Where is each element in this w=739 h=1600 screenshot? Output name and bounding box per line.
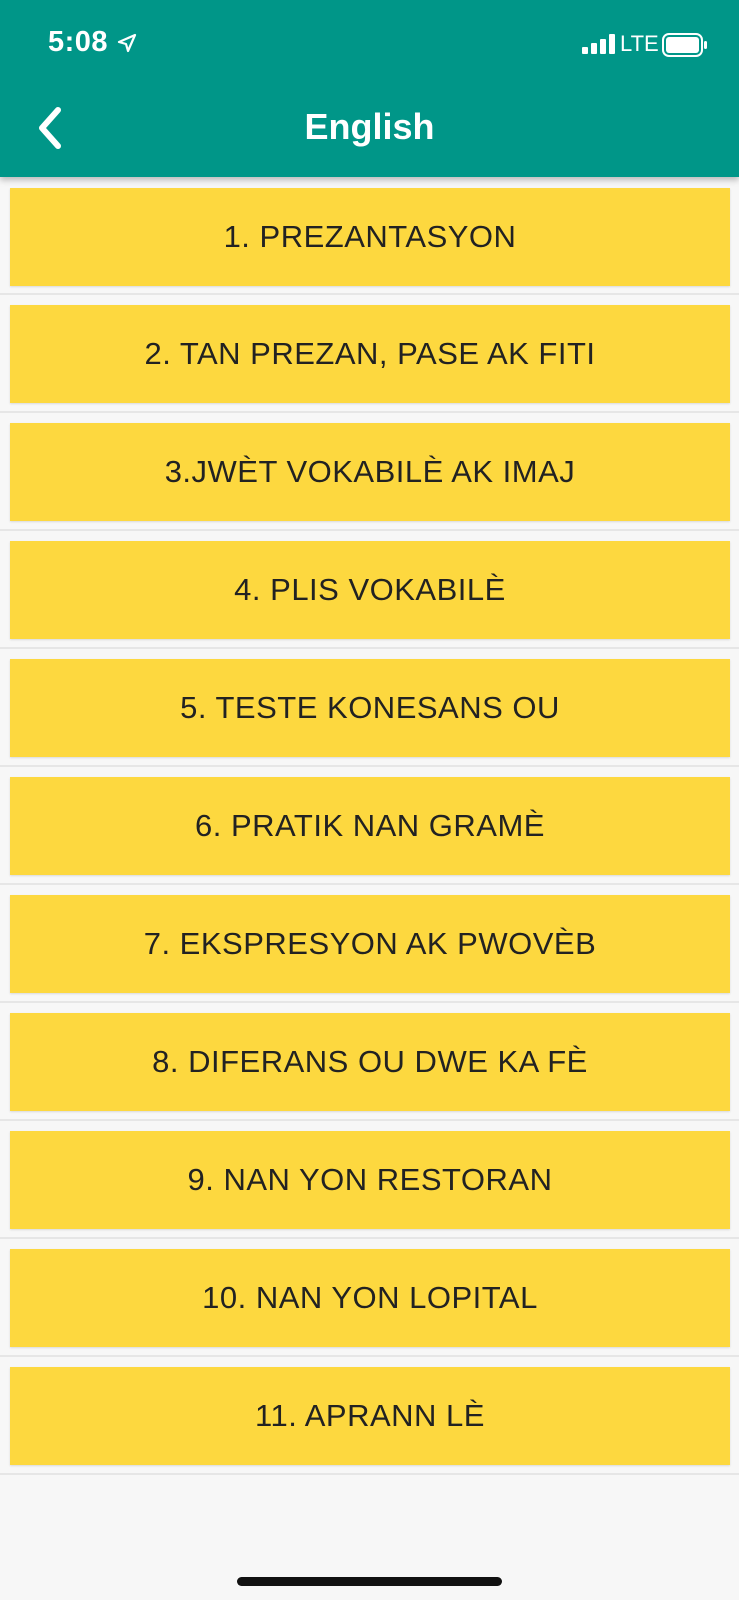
lesson-button[interactable]: 8. DIFERANS OU DWE KA FÈ [10, 1013, 730, 1111]
lesson-list: 1. PREZANTASYON 2. TAN PREZAN, PASE AK F… [0, 177, 739, 1475]
lesson-button[interactable]: 2. TAN PREZAN, PASE AK FITI [10, 305, 730, 403]
location-arrow-icon [117, 33, 137, 53]
lesson-button[interactable]: 10. NAN YON LOPITAL [10, 1249, 730, 1347]
status-time: 5:08 [48, 26, 109, 58]
battery-icon [662, 33, 707, 57]
app-header: 5:08 LTE English [0, 0, 739, 177]
list-item: 6. PRATIK NAN GRAMÈ [0, 767, 739, 885]
list-item: 8. DIFERANS OU DWE KA FÈ [0, 1003, 739, 1121]
lesson-button[interactable]: 1. PREZANTASYON [10, 188, 730, 286]
lesson-button[interactable]: 9. NAN YON RESTORAN [10, 1131, 730, 1229]
list-item: 10. NAN YON LOPITAL [0, 1239, 739, 1357]
list-item: 1. PREZANTASYON [0, 177, 739, 295]
list-item: 2. TAN PREZAN, PASE AK FITI [0, 295, 739, 413]
lesson-button[interactable]: 6. PRATIK NAN GRAMÈ [10, 777, 730, 875]
list-item: 5. TESTE KONESANS OU [0, 649, 739, 767]
network-label: LTE [620, 31, 659, 56]
list-item: 7. EKSPRESYON AK PWOVÈB [0, 885, 739, 1003]
lesson-button[interactable]: 5. TESTE KONESANS OU [10, 659, 730, 757]
list-item: 11. APRANN LÈ [0, 1357, 739, 1475]
list-item: 9. NAN YON RESTORAN [0, 1121, 739, 1239]
list-item: 4. PLIS VOKABILÈ [0, 531, 739, 649]
list-item: 3.JWÈT VOKABILÈ AK IMAJ [0, 413, 739, 531]
lesson-button[interactable]: 7. EKSPRESYON AK PWOVÈB [10, 895, 730, 993]
lesson-button[interactable]: 11. APRANN LÈ [10, 1367, 730, 1465]
signal-icon [582, 34, 615, 54]
page-title: English [304, 106, 435, 147]
home-indicator[interactable] [237, 1577, 502, 1586]
lesson-button[interactable]: 4. PLIS VOKABILÈ [10, 541, 730, 639]
lesson-button[interactable]: 3.JWÈT VOKABILÈ AK IMAJ [10, 423, 730, 521]
